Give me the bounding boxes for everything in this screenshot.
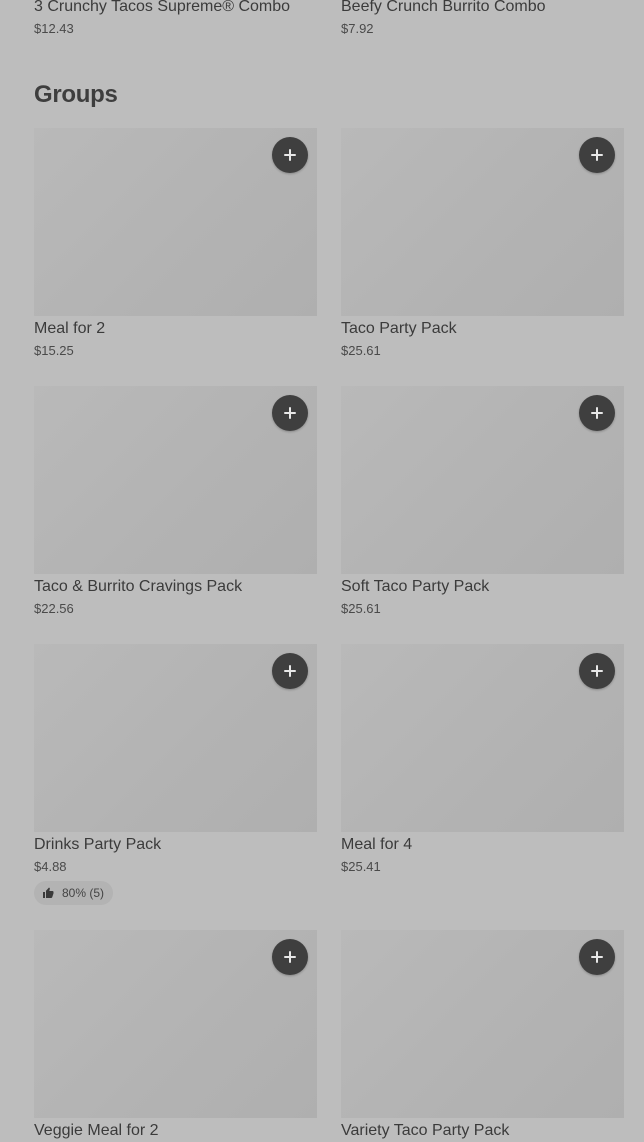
menu-item-card[interactable]: Drinks Party Pack $4.88 80% (5) xyxy=(34,644,317,905)
add-to-cart-button[interactable] xyxy=(579,939,615,975)
menu-item-card[interactable]: Variety Taco Party Pack xyxy=(341,930,624,1142)
menu-item-card[interactable]: Veggie Meal for 2 xyxy=(34,930,317,1142)
item-price: $25.61 xyxy=(341,343,381,358)
plus-icon xyxy=(591,407,603,419)
rating-text: 80% (5) xyxy=(62,886,105,900)
item-name: 3 Crunchy Tacos Supreme® Combo xyxy=(34,0,291,15)
item-name: Beefy Crunch Burrito Combo xyxy=(341,0,546,15)
menu-item-card[interactable]: Taco Party Pack $25.61 xyxy=(341,128,624,360)
item-image-placeholder xyxy=(34,386,317,574)
item-name: Soft Taco Party Pack xyxy=(341,578,490,595)
item-name: Drinks Party Pack xyxy=(34,836,162,853)
menu-item-card[interactable]: Taco & Burrito Cravings Pack $22.56 xyxy=(34,386,317,618)
plus-icon xyxy=(591,665,603,677)
add-to-cart-button[interactable] xyxy=(272,653,308,689)
item-price: $4.88 xyxy=(34,859,67,874)
item-image-placeholder xyxy=(341,128,624,316)
menu-item[interactable]: 3 Crunchy Tacos Supreme® Combo $12.43 xyxy=(34,0,317,38)
add-to-cart-button[interactable] xyxy=(272,137,308,173)
item-price: $25.61 xyxy=(341,601,381,616)
item-name: Veggie Meal for 2 xyxy=(34,1122,159,1139)
thumbs-up-icon xyxy=(43,887,54,898)
item-image-placeholder xyxy=(34,930,317,1118)
section-title-groups: Groups xyxy=(34,81,118,108)
plus-icon xyxy=(284,407,296,419)
item-price: $15.25 xyxy=(34,343,74,358)
add-to-cart-button[interactable] xyxy=(579,395,615,431)
plus-icon xyxy=(284,149,296,161)
menu-item[interactable]: Beefy Crunch Burrito Combo $7.92 xyxy=(341,0,624,38)
item-image-placeholder xyxy=(341,386,624,574)
item-image-placeholder xyxy=(341,930,624,1118)
add-to-cart-button[interactable] xyxy=(272,395,308,431)
item-name: Meal for 2 xyxy=(34,320,106,337)
rating-badge: 80% (5) xyxy=(34,881,114,905)
item-price: $7.92 xyxy=(341,21,374,36)
item-price: $22.56 xyxy=(34,601,74,616)
item-price: $25.41 xyxy=(341,859,381,874)
menu-item-card[interactable]: Meal for 4 $25.41 xyxy=(341,644,624,876)
item-name: Taco Party Pack xyxy=(341,320,457,337)
previous-section-row: 3 Crunchy Tacos Supreme® Combo $12.43 Be… xyxy=(34,0,624,46)
item-image-placeholder xyxy=(34,644,317,832)
item-image-placeholder xyxy=(34,128,317,316)
menu-item-card[interactable]: Meal for 2 $15.25 xyxy=(34,128,317,360)
add-to-cart-button[interactable] xyxy=(579,137,615,173)
plus-icon xyxy=(591,149,603,161)
menu-item-card[interactable]: Soft Taco Party Pack $25.61 xyxy=(341,386,624,618)
plus-icon xyxy=(284,665,296,677)
item-name: Meal for 4 xyxy=(341,836,413,853)
plus-icon xyxy=(284,951,296,963)
plus-icon xyxy=(591,951,603,963)
add-to-cart-button[interactable] xyxy=(272,939,308,975)
store-menu-page: 3 Crunchy Tacos Supreme® Combo $12.43 Be… xyxy=(0,0,644,1139)
add-to-cart-button[interactable] xyxy=(579,653,615,689)
item-name: Taco & Burrito Cravings Pack xyxy=(34,578,243,595)
item-price: $12.43 xyxy=(34,21,74,36)
item-image-placeholder xyxy=(341,644,624,832)
item-name: Variety Taco Party Pack xyxy=(341,1122,510,1139)
